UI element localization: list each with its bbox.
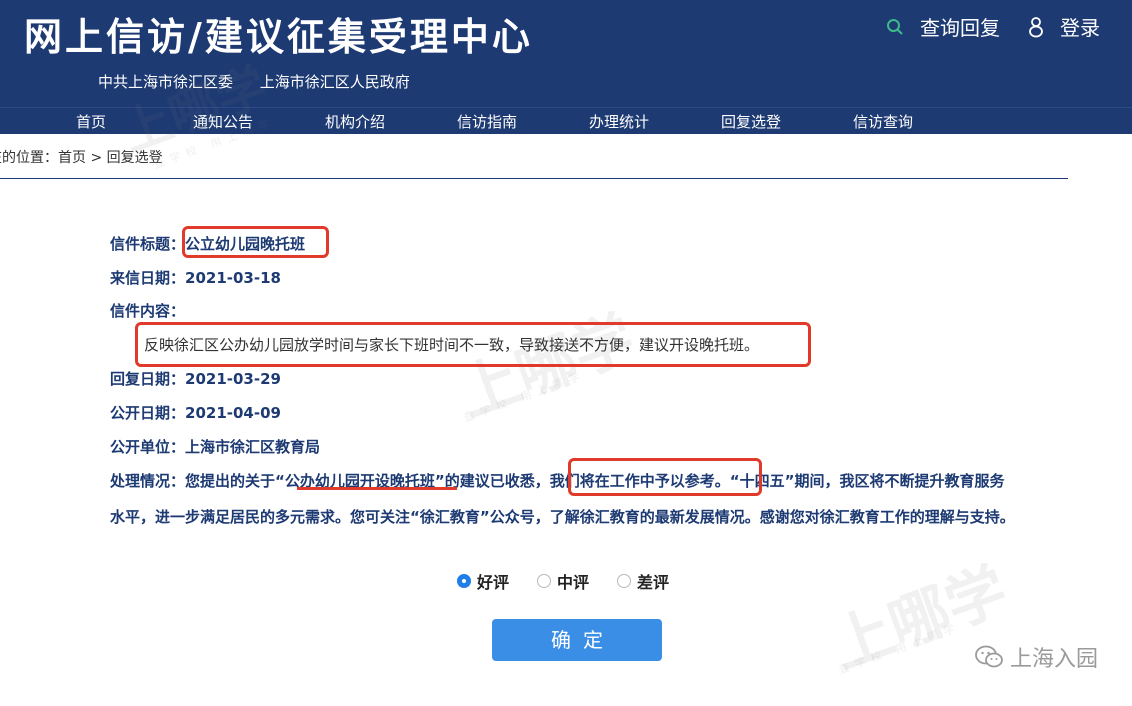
letter-title-value: 公立幼儿园晚托班 — [185, 235, 306, 253]
reply-date-value: 2021-03-29 — [185, 370, 281, 388]
breadcrumb: 在的位置：首页 > 回复选登 — [0, 147, 163, 167]
search-icon[interactable] — [886, 18, 904, 36]
radio-medium[interactable] — [537, 574, 552, 588]
top-actions: 查询回复 登录 — [886, 12, 1100, 41]
rating-label-medium: 中评 — [557, 573, 590, 592]
watermark-tagline: 查学校 用上哪学 — [461, 368, 588, 425]
rating-group: 好评 中评 差评 — [457, 569, 697, 593]
public-unit-value: 上海市徐汇区教育局 — [185, 438, 321, 456]
user-icon[interactable] — [1028, 16, 1044, 38]
wechat-watermark: 上海入园 — [974, 641, 1098, 673]
process-part-1: 您提出的关于“ — [185, 472, 285, 490]
breadcrumb-prefix: 在的位置： — [0, 150, 58, 166]
watermark-tagline: 查学校 用上哪学 — [836, 620, 963, 677]
process-highlight-2: 我们将在工作中予以参考。 — [549, 472, 730, 490]
letter-date-value: 2021-03-18 — [185, 269, 281, 287]
letter-content-label-row: 信件内容： — [110, 300, 185, 321]
process-label: 处理情况： — [110, 472, 186, 490]
public-date-row: 公开日期：2021-04-09 — [110, 402, 281, 423]
watermark-logo: 上哪学 — [450, 302, 644, 431]
reply-date-label: 回复日期： — [110, 370, 186, 388]
confirm-button[interactable]: 确定 — [492, 619, 662, 661]
public-date-label: 公开日期： — [110, 404, 186, 422]
breadcrumb-separator: > — [86, 150, 107, 166]
nav-item-about[interactable]: 机构介绍 — [289, 111, 421, 132]
reply-date-row: 回复日期：2021-03-29 — [110, 368, 281, 389]
letter-date-row: 来信日期：2021-03-18 — [110, 267, 281, 288]
nav-item-guide[interactable]: 信访指南 — [421, 111, 553, 132]
letter-title-label: 信件标题： — [110, 235, 186, 253]
radio-good[interactable] — [457, 574, 471, 588]
breadcrumb-current: 回复选登 — [106, 150, 163, 166]
main-nav: 首页 通知公告 机构介绍 信访指南 办理统计 回复选登 信访查询 — [0, 107, 1132, 134]
radio-bad[interactable] — [617, 574, 632, 588]
public-date-value: 2021-04-09 — [185, 404, 281, 422]
rating-option-medium[interactable]: 中评 — [537, 569, 589, 593]
rating-option-bad[interactable]: 差评 — [617, 569, 669, 593]
letter-date-label: 来信日期： — [110, 269, 186, 287]
org-government: 上海市徐汇区人民政府 — [259, 73, 410, 91]
nav-item-query[interactable]: 信访查询 — [817, 111, 949, 132]
sub-org-names: 中共上海市徐汇区委 上海市徐汇区人民政府 — [98, 71, 432, 92]
rating-label-good: 好评 — [477, 573, 510, 592]
nav-item-replies[interactable]: 回复选登 — [685, 111, 817, 132]
nav-item-home[interactable]: 首页 — [25, 111, 157, 132]
letter-title-row: 信件标题：公立幼儿园晚托班 — [110, 233, 305, 254]
letter-content-label: 信件内容： — [110, 302, 186, 320]
nav-item-stats[interactable]: 办理统计 — [553, 111, 685, 132]
rating-label-bad: 差评 — [637, 573, 670, 592]
site-title: 网上信访/建议征集受理中心 — [24, 15, 533, 59]
breadcrumb-divider — [0, 178, 1068, 179]
process-highlight-1: 公办幼儿园开设晚托班 — [284, 472, 435, 490]
login-link[interactable]: 登录 — [1060, 12, 1100, 41]
process-text: 处理情况：您提出的关于“公办幼儿园开设晚托班”的建议已收悉，我们将在工作中予以参… — [110, 463, 1015, 535]
wechat-icon — [974, 644, 1004, 670]
nav-item-notices[interactable]: 通知公告 — [157, 111, 289, 132]
site-header: 网上信访/建议征集受理中心 中共上海市徐汇区委 上海市徐汇区人民政府 查询回复 … — [0, 0, 1132, 107]
public-unit-row: 公开单位：上海市徐汇区教育局 — [110, 436, 320, 457]
process-part-2: ”的建议已收悉， — [434, 472, 550, 490]
breadcrumb-home[interactable]: 首页 — [58, 150, 86, 166]
letter-content-body: 反映徐汇区公办幼儿园放学时间与家长下班时间不一致，导致接送不方便，建议开设晚托班… — [144, 336, 760, 354]
org-party: 中共上海市徐汇区委 — [98, 73, 234, 91]
public-unit-label: 公开单位： — [110, 438, 186, 456]
wechat-account-name: 上海入园 — [1009, 647, 1098, 672]
rating-option-good[interactable]: 好评 — [457, 569, 509, 593]
query-reply-link[interactable]: 查询回复 — [920, 12, 1000, 41]
